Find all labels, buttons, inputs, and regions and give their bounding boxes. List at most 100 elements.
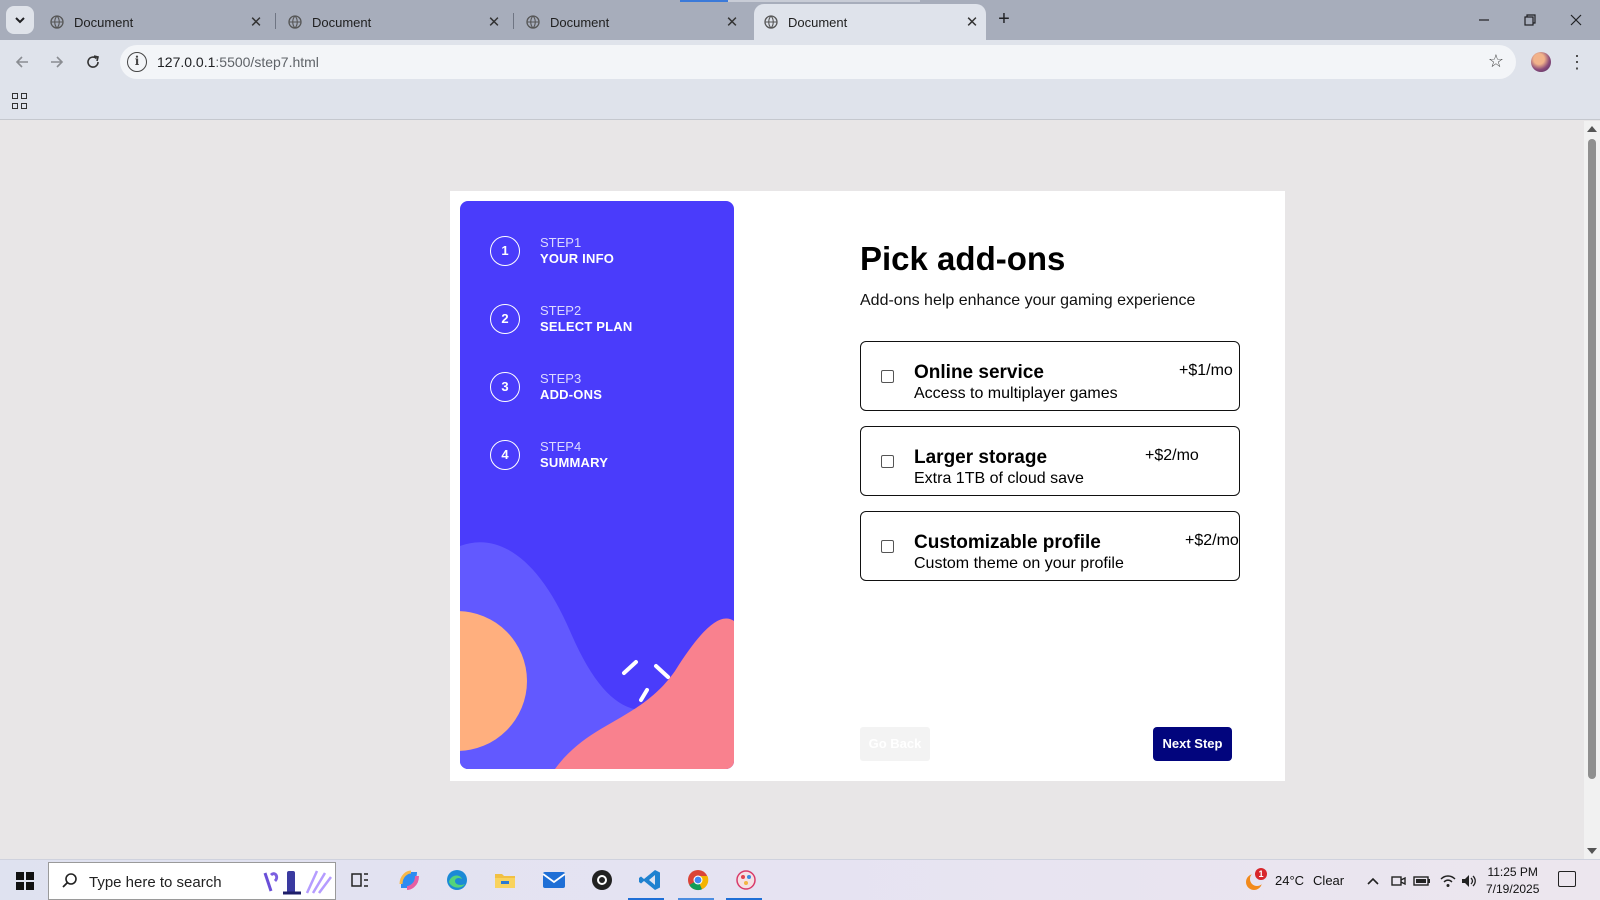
step-number: 2 [490,304,520,334]
step-item-2[interactable]: 2 STEP2 SELECT PLAN [490,303,632,335]
addon-online-service[interactable]: Online service Access to multiplayer gam… [860,341,1240,411]
reload-button[interactable] [81,50,105,74]
step-label: STEP4 [540,439,582,454]
search-highlight-art-icon [263,870,332,895]
weather-badge: 1 [1255,868,1267,880]
minimize-icon [1479,19,1489,21]
taskbar-search[interactable]: Type here to search [48,862,336,900]
volume-icon[interactable] [1461,860,1477,900]
file-explorer-icon[interactable] [491,866,519,894]
page-scrollbar[interactable] [1584,121,1600,859]
chrome-icon[interactable] [684,866,712,894]
search-placeholder: Type here to search [89,874,222,891]
tab-title: Document [74,14,134,30]
step-label: STEP3 [540,371,582,386]
step-number: 1 [490,236,520,266]
clock-time: 11:25 PM [1487,865,1538,879]
site-info-icon[interactable]: i [127,52,147,72]
addon-description: Custom theme on your profile [914,555,1124,572]
step-label: STEP2 [540,303,582,318]
close-tab-icon[interactable]: ✕ [484,13,504,31]
tab-search-button[interactable] [6,6,34,34]
arrow-left-icon [15,56,28,68]
addon-description: Access to multiplayer games [914,385,1118,402]
tab-title: Document [550,14,610,30]
github-icon[interactable] [588,866,616,894]
notification-center-icon[interactable] [1558,871,1576,887]
weather-widget[interactable]: 1 24°C Clear [1243,860,1344,900]
addon-larger-storage[interactable]: Larger storage Extra 1TB of cloud save +… [860,426,1240,496]
meet-now-icon[interactable] [1390,860,1406,900]
show-hidden-icons-button[interactable] [1366,860,1380,900]
globe-icon [764,15,778,29]
step-item-1[interactable]: 1 STEP1 YOUR INFO [490,235,614,267]
profile-avatar[interactable] [1531,52,1551,72]
step-item-4[interactable]: 4 STEP4 SUMMARY [490,439,608,471]
scroll-down-arrow[interactable] [1587,848,1597,854]
addon-name: Customizable profile [914,532,1101,553]
vscode-icon[interactable] [636,866,664,894]
addon-checkbox[interactable] [881,370,894,383]
url-text[interactable]: 127.0.0.1:5500/step7.html [157,54,319,70]
addon-name: Larger storage [914,447,1048,468]
wifi-icon[interactable] [1440,860,1456,900]
new-tab-button[interactable]: + [992,8,1016,32]
form-card: 1 STEP1 YOUR INFO 2 STEP2 SELECT PLAN 3 … [450,191,1285,781]
mail-icon[interactable] [540,866,568,894]
restore-icon [1524,14,1536,26]
step-label: STEP1 [540,235,582,250]
browser-tab[interactable]: Document ✕ [278,4,508,40]
address-bar[interactable]: i 127.0.0.1:5500/step7.html ☆ [120,45,1516,79]
restore-button[interactable] [1514,6,1546,34]
minimize-button[interactable] [1468,6,1500,34]
system-clock[interactable]: 11:25 PM 7/19/2025 [1486,864,1539,898]
addon-checkbox[interactable] [881,540,894,553]
steps-sidebar: 1 STEP1 YOUR INFO 2 STEP2 SELECT PLAN 3 … [460,201,734,769]
tab-title: Document [788,14,848,30]
close-tab-icon[interactable]: ✕ [962,13,982,31]
apps-grid-icon[interactable] [12,93,28,109]
windows-taskbar: Type here to search 1 24°C Clear 11:25 P… [0,859,1600,900]
browser-tab-bar: Document ✕ Document ✕ Document ✕ Documen… [0,0,1600,40]
step-title: SELECT PLAN [540,319,633,334]
globe-icon [526,15,540,29]
browser-tab-active[interactable]: Document ✕ [754,4,986,40]
addon-name: Online service [914,362,1044,383]
tab-separator [513,13,514,29]
globe-icon [50,15,64,29]
battery-icon[interactable] [1413,860,1431,900]
edge-browser-icon[interactable] [443,866,471,894]
browser-tab[interactable]: Document ✕ [516,4,746,40]
addon-checkbox[interactable] [881,455,894,468]
close-tab-icon[interactable]: ✕ [246,13,266,31]
back-button[interactable] [10,50,34,74]
windows-start-icon[interactable] [16,872,34,890]
bookmark-star-icon[interactable]: ☆ [1488,51,1504,72]
bookmarks-bar [0,84,1600,120]
page-viewport: 1 STEP1 YOUR INFO 2 STEP2 SELECT PLAN 3 … [0,121,1584,859]
addon-price: +$1/mo [1179,362,1233,379]
addon-customizable-profile[interactable]: Customizable profile Custom theme on you… [860,511,1240,581]
tab-loading-track [728,0,920,2]
next-step-button[interactable]: Next Step [1153,727,1232,761]
arrow-right-icon [51,56,64,68]
task-view-icon[interactable] [346,866,374,894]
scrollbar-thumb[interactable] [1588,139,1596,779]
browser-tab[interactable]: Document ✕ [40,4,270,40]
close-tab-icon[interactable]: ✕ [722,13,742,31]
browser-menu-icon[interactable]: ⋮ [1568,50,1586,74]
close-window-button[interactable] [1560,6,1592,34]
scroll-up-arrow[interactable] [1587,126,1597,132]
copilot-icon[interactable] [395,866,423,894]
step-title: YOUR INFO [540,251,615,266]
step-item-3[interactable]: 3 STEP3 ADD-ONS [490,371,602,403]
weather-condition: Clear [1313,873,1345,888]
forward-button[interactable] [45,50,69,74]
chevron-up-icon [1367,877,1379,885]
addon-price: +$2/mo [1185,532,1239,549]
paint-app-icon[interactable] [732,866,760,894]
addons-panel: Pick add-ons Add-ons help enhance your g… [860,191,1285,781]
go-back-button[interactable]: Go Back [860,727,930,761]
browser-toolbar: i 127.0.0.1:5500/step7.html ☆ [0,40,1600,84]
page-title: Pick add-ons [860,240,1066,277]
